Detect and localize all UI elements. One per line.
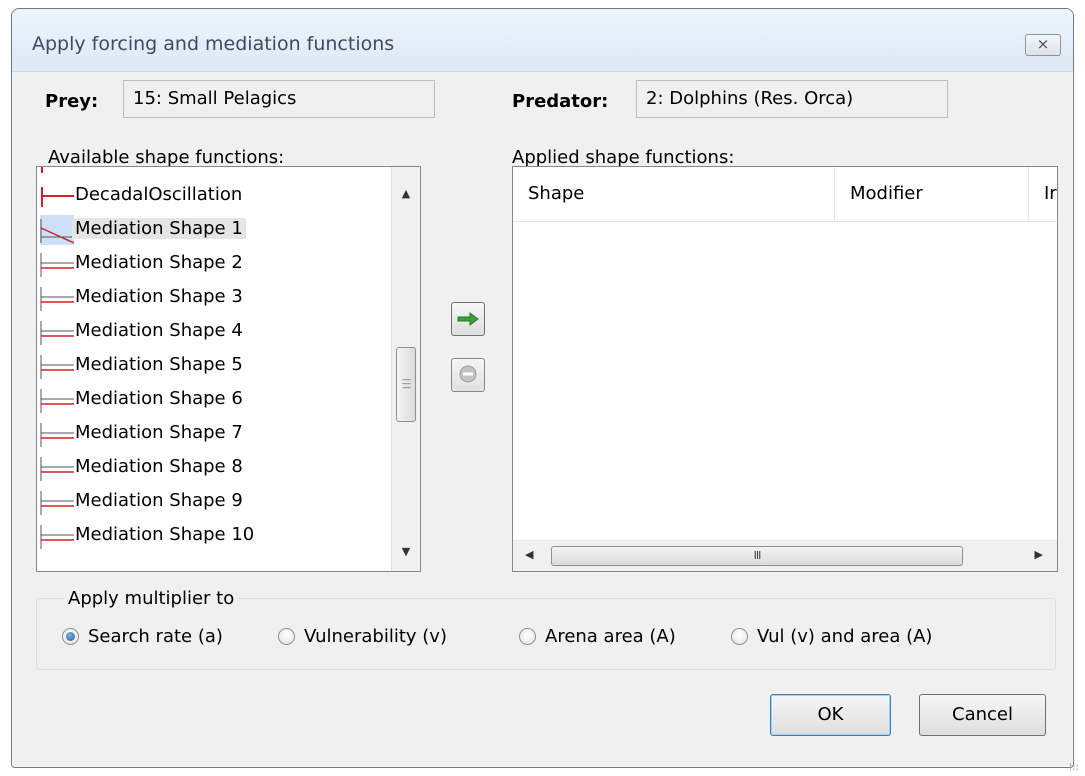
list-vertical-scrollbar[interactable]: ▲ — — — ▼ [391,167,420,571]
mediation-shape-icon [40,521,74,551]
list-item-label: Mediation Shape 1 [72,218,246,239]
column-header-modifier[interactable]: Modifier [835,167,1029,221]
mediation-shape-icon [40,317,74,347]
close-button[interactable]: ⨯ [1025,34,1061,56]
mediation-shape-icon [40,351,74,381]
predator-field: 2: Dolphins (Res. Orca) [636,80,948,118]
list-item[interactable]: Mediation Shape 8 [37,451,395,485]
list-item-label: DecadalOscillation [75,167,242,171]
predator-label: Predator: [512,91,609,112]
list-item[interactable]: Mediation Shape 1 [37,213,395,247]
column-header-shape[interactable]: Shape [513,167,835,221]
list-item-label: Mediation Shape 7 [75,422,243,443]
radio-icon [62,628,79,645]
scroll-up-arrow-icon[interactable]: ▲ [392,187,420,200]
radio-icon [519,628,536,645]
mediation-shape-icon [40,385,74,415]
list-item[interactable]: DecadalOscillation [37,179,395,213]
list-item-label: Mediation Shape 4 [75,320,243,341]
ok-button[interactable]: OK [770,694,891,736]
mediation-shape-icon [40,453,74,483]
grip-icon: — — — [402,375,411,393]
scroll-left-arrow-icon[interactable]: ◀ [525,548,533,561]
mediation-shape-icon [40,283,74,313]
radio-label: Vul (v) and area (A) [757,626,933,647]
radio-label: Vulnerability (v) [304,626,447,647]
list-item[interactable]: Mediation Shape 2 [37,247,395,281]
green-arrow-right-icon [457,311,479,326]
list-item-label: Mediation Shape 8 [75,456,243,477]
applied-shapes-grid[interactable]: Shape Modifier Ir ◀ III ▶ [512,166,1058,572]
radio-label: Arena area (A) [545,626,676,647]
list-item[interactable]: Mediation Shape 10 [37,519,395,553]
scroll-down-arrow-icon[interactable]: ▼ [392,545,420,558]
list-item[interactable]: Mediation Shape 6 [37,383,395,417]
title-bar: Apply forcing and mediation functions ⨯ [12,9,1073,72]
list-item-label: Mediation Shape 2 [75,252,243,273]
list-item-label: DecadalOscillation [75,184,243,205]
list-item[interactable]: DecadalOscillation [37,167,395,179]
grid-scroll-thumb[interactable]: III [551,546,963,566]
list-item[interactable]: Mediation Shape 5 [37,349,395,383]
list-scroll-thumb[interactable]: — — — [396,347,416,422]
mediation-shape-icon [40,249,74,279]
window-title: Apply forcing and mediation functions [32,33,395,55]
scroll-right-arrow-icon[interactable]: ▶ [1035,548,1043,561]
mediation-shape-icon [40,215,75,245]
prey-field: 15: Small Pelagics [123,80,435,118]
radio-icon [278,628,295,645]
multiplier-legend: Apply multiplier to [64,588,239,609]
list-item-label: Mediation Shape 6 [75,388,243,409]
list-item-label: Mediation Shape 3 [75,286,243,307]
grid-header: Shape Modifier Ir [513,167,1057,222]
add-shape-button[interactable] [451,302,485,336]
available-label: Available shape functions: [48,147,285,168]
mediation-shape-icon [40,419,74,449]
list-item[interactable]: Mediation Shape 7 [37,417,395,451]
list-item[interactable]: Mediation Shape 9 [37,485,395,519]
column-header-ir[interactable]: Ir [1029,167,1057,221]
mediation-shape-icon [40,487,74,517]
radio-label: Search rate (a) [88,626,223,647]
forcing-shape-icon [40,181,74,211]
list-item[interactable]: Mediation Shape 3 [37,281,395,315]
remove-circle-icon [459,365,477,382]
remove-shape-button[interactable] [451,358,485,392]
close-icon: ⨯ [1036,35,1050,53]
grid-horizontal-scrollbar[interactable]: ◀ III ▶ [513,540,1057,571]
prey-label: Prey: [45,91,99,112]
cancel-button[interactable]: Cancel [919,694,1046,736]
available-shapes-list[interactable]: Mediation Shape 10 Mediation Shape 9 Media… [36,166,421,572]
radio-icon [731,628,748,645]
resize-grip-icon[interactable]: .:::: [1069,758,1079,773]
forcing-shape-icon [40,167,74,177]
applied-label: Applied shape functions: [512,147,735,168]
list-item-label: Mediation Shape 10 [75,524,255,545]
list-item-label: Mediation Shape 5 [75,354,243,375]
list-item[interactable]: Mediation Shape 4 [37,315,395,349]
list-item-label: Mediation Shape 9 [75,490,243,511]
